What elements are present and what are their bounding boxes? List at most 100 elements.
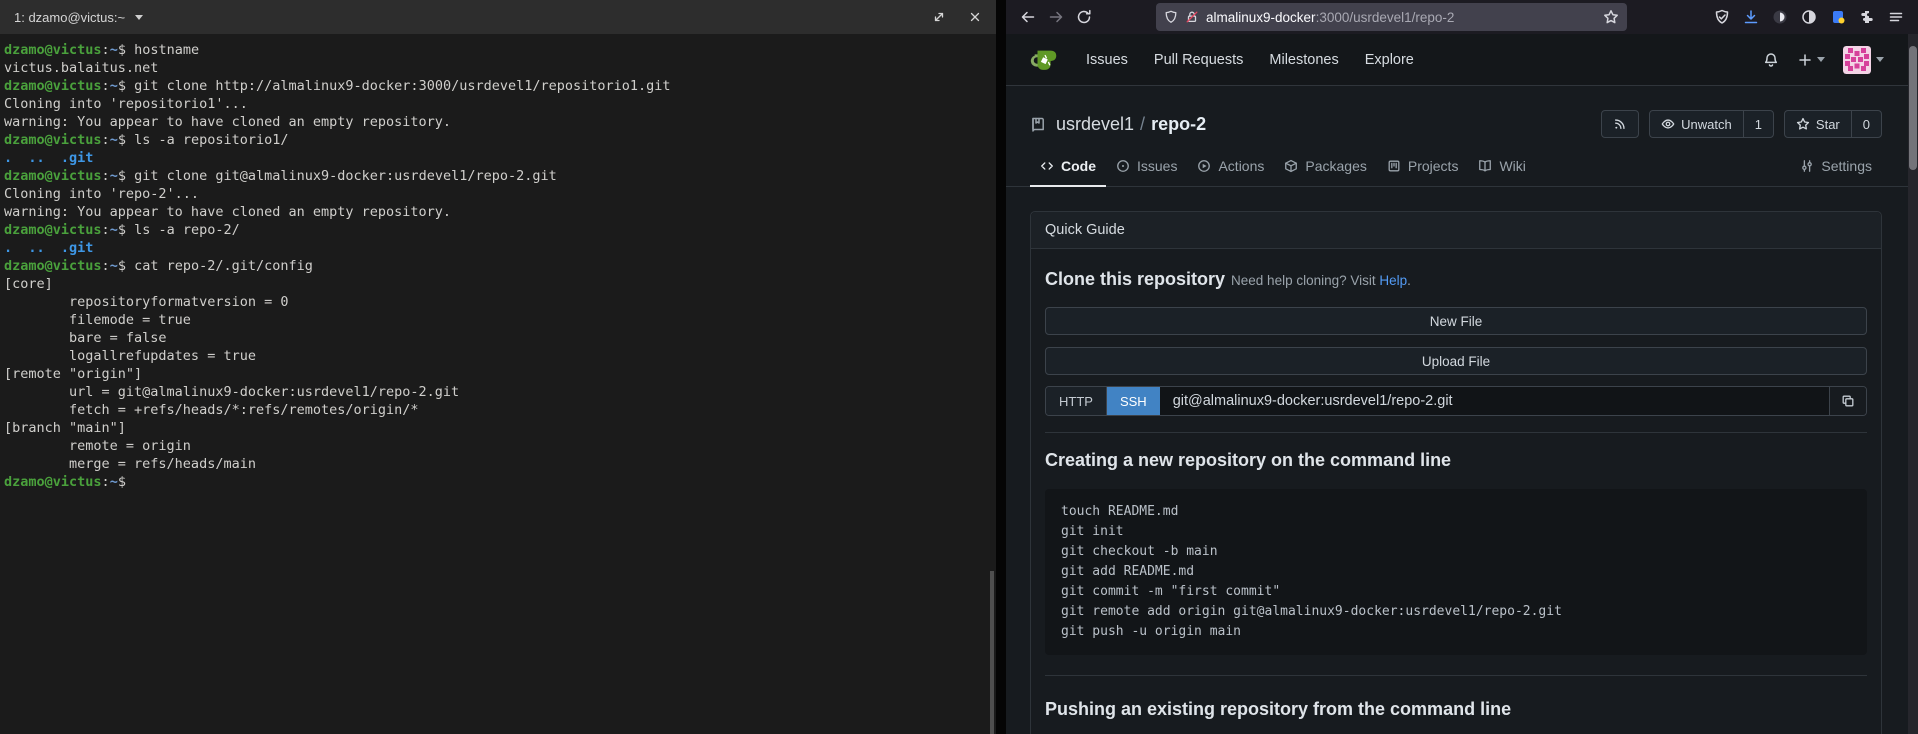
browser-scrollbar-thumb[interactable]	[1909, 46, 1917, 170]
stars-count[interactable]: 0	[1851, 111, 1881, 137]
repo-name-link[interactable]: repo-2	[1151, 114, 1206, 134]
settings-sliders-icon	[1800, 159, 1814, 173]
rss-button[interactable]	[1601, 110, 1639, 138]
terminal-title-dropdown-icon[interactable]	[135, 15, 143, 20]
rss-icon	[1613, 117, 1627, 131]
downloads-icon[interactable]	[1743, 9, 1759, 25]
clone-url-input[interactable]	[1160, 387, 1829, 415]
terminal-line: dzamo@victus:~$ git clone git@almalinux9…	[4, 167, 992, 185]
shield-check-extension-icon[interactable]	[1714, 9, 1730, 25]
star-button-group: Star 0	[1784, 110, 1882, 138]
code-line: git init	[1061, 522, 1851, 542]
terminal-scrollbar[interactable]	[990, 571, 994, 734]
divider	[1045, 675, 1867, 676]
reload-icon	[1076, 9, 1092, 25]
terminal-window: 1: dzamo@victus:~ dzamo@victus:~$ hostna…	[0, 0, 996, 734]
chevron-down-icon	[1817, 57, 1825, 62]
repo-title: usrdevel1/repo-2	[1056, 114, 1206, 135]
dark-circle-extension-icon[interactable]	[1772, 9, 1788, 25]
repo-icon	[1030, 116, 1046, 132]
tab-label: Issues	[1137, 158, 1177, 174]
desktop: 1: dzamo@victus:~ dzamo@victus:~$ hostna…	[0, 0, 1918, 734]
terminal-line: url = git@almalinux9-docker:usrdevel1/re…	[4, 383, 992, 401]
extensions-puzzle-icon[interactable]	[1859, 9, 1875, 25]
terminal-title: 1: dzamo@victus:~	[14, 10, 125, 25]
watchers-count[interactable]: 1	[1743, 111, 1773, 137]
watch-button-group: Unwatch 1	[1649, 110, 1774, 138]
tracking-shield-icon[interactable]	[1164, 10, 1178, 24]
copy-icon	[1841, 394, 1855, 408]
terminal-line: dzamo@victus:~$ hostname	[4, 41, 992, 59]
nav-item-milestones[interactable]: Milestones	[1269, 52, 1338, 68]
plus-icon	[1797, 52, 1813, 68]
notifications-bell-icon[interactable]	[1763, 52, 1779, 68]
terminal-line: dzamo@victus:~$ ls -a repositorio1/	[4, 131, 992, 149]
tab-label: Wiki	[1499, 158, 1525, 174]
terminal-line: warning: You appear to have cloned an em…	[4, 113, 992, 131]
avatar	[1843, 46, 1871, 74]
pushing-repo-heading: Pushing an existing repository from the …	[1045, 696, 1867, 722]
back-button[interactable]	[1014, 3, 1042, 31]
half-circle-extension-icon[interactable]	[1801, 9, 1817, 25]
ssh-toggle[interactable]: SSH	[1107, 387, 1160, 415]
terminal-line: dzamo@victus:~$ git clone http://almalin…	[4, 77, 992, 95]
terminal-line: filemode = true	[4, 311, 992, 329]
nav-item-issues[interactable]: Issues	[1086, 52, 1128, 68]
nav-item-explore[interactable]: Explore	[1365, 52, 1414, 68]
repo-owner-link[interactable]: usrdevel1	[1056, 114, 1134, 134]
creating-repo-heading: Creating a new repository on the command…	[1045, 447, 1867, 473]
tab-projects[interactable]: Projects	[1377, 150, 1469, 187]
tab-packages[interactable]: Packages	[1274, 150, 1376, 187]
code-line: git checkout -b main	[1061, 542, 1851, 562]
creating-repo-code-block: touch README.mdgit initgit checkout -b m…	[1045, 489, 1867, 655]
repo-content: Quick Guide Clone this repositoryNeed he…	[1006, 187, 1908, 734]
tab-wiki[interactable]: Wiki	[1468, 150, 1535, 187]
forward-button[interactable]	[1042, 3, 1070, 31]
code-line: touch README.md	[1061, 502, 1851, 522]
unwatch-button[interactable]: Unwatch	[1650, 111, 1743, 137]
url-host: almalinux9-docker	[1206, 10, 1316, 25]
terminal-line: logallrefupdates = true	[4, 347, 992, 365]
tab-issues[interactable]: Issues	[1106, 150, 1187, 187]
bookmark-star-icon[interactable]	[1603, 9, 1619, 25]
create-new-button[interactable]	[1797, 52, 1825, 68]
help-link[interactable]: Help	[1379, 273, 1407, 288]
url-text[interactable]: almalinux9-docker:3000/usrdevel1/repo-2	[1206, 10, 1596, 25]
project-board-icon	[1387, 159, 1401, 173]
tab-actions[interactable]: Actions	[1187, 150, 1274, 187]
nav-item-pull-requests[interactable]: Pull Requests	[1154, 52, 1243, 68]
copy-url-button[interactable]	[1829, 387, 1866, 415]
http-toggle[interactable]: HTTP	[1046, 387, 1107, 415]
reload-button[interactable]	[1070, 3, 1098, 31]
code-line: git add README.md	[1061, 562, 1851, 582]
tab-label: Actions	[1218, 158, 1264, 174]
application-menu-icon[interactable]	[1888, 9, 1904, 25]
new-file-button[interactable]: New File	[1045, 307, 1867, 335]
tab-label: Projects	[1408, 158, 1459, 174]
terminal-line: dzamo@victus:~$	[4, 473, 992, 491]
close-window-icon[interactable]	[968, 10, 982, 24]
code-icon	[1040, 159, 1054, 173]
eye-icon	[1661, 117, 1675, 131]
package-icon	[1284, 159, 1298, 173]
terminal-line: dzamo@victus:~$ ls -a repo-2/	[4, 221, 992, 239]
blue-document-extension-icon[interactable]	[1830, 9, 1846, 25]
user-menu[interactable]	[1843, 46, 1884, 74]
tab-code[interactable]: Code	[1030, 150, 1106, 187]
url-path: :3000/usrdevel1/repo-2	[1316, 10, 1455, 25]
terminal-line: [branch "main"]	[4, 419, 992, 437]
restore-window-icon[interactable]	[932, 10, 946, 24]
tab-label: Settings	[1821, 158, 1872, 174]
gitea-logo[interactable]	[1030, 45, 1060, 75]
terminal-line: merge = refs/heads/main	[4, 455, 992, 473]
terminal-line: Cloning into 'repo-2'...	[4, 185, 992, 203]
star-button[interactable]: Star	[1785, 111, 1851, 137]
tab-label: Code	[1061, 158, 1096, 174]
clone-help-period: .	[1407, 273, 1411, 288]
tab-settings[interactable]: Settings	[1790, 150, 1882, 187]
book-icon	[1478, 159, 1492, 173]
clone-heading: Clone this repositoryNeed help cloning? …	[1045, 267, 1867, 293]
url-bar[interactable]: almalinux9-docker:3000/usrdevel1/repo-2	[1156, 3, 1627, 31]
insecure-lock-icon[interactable]	[1185, 10, 1199, 24]
upload-file-button[interactable]: Upload File	[1045, 347, 1867, 375]
